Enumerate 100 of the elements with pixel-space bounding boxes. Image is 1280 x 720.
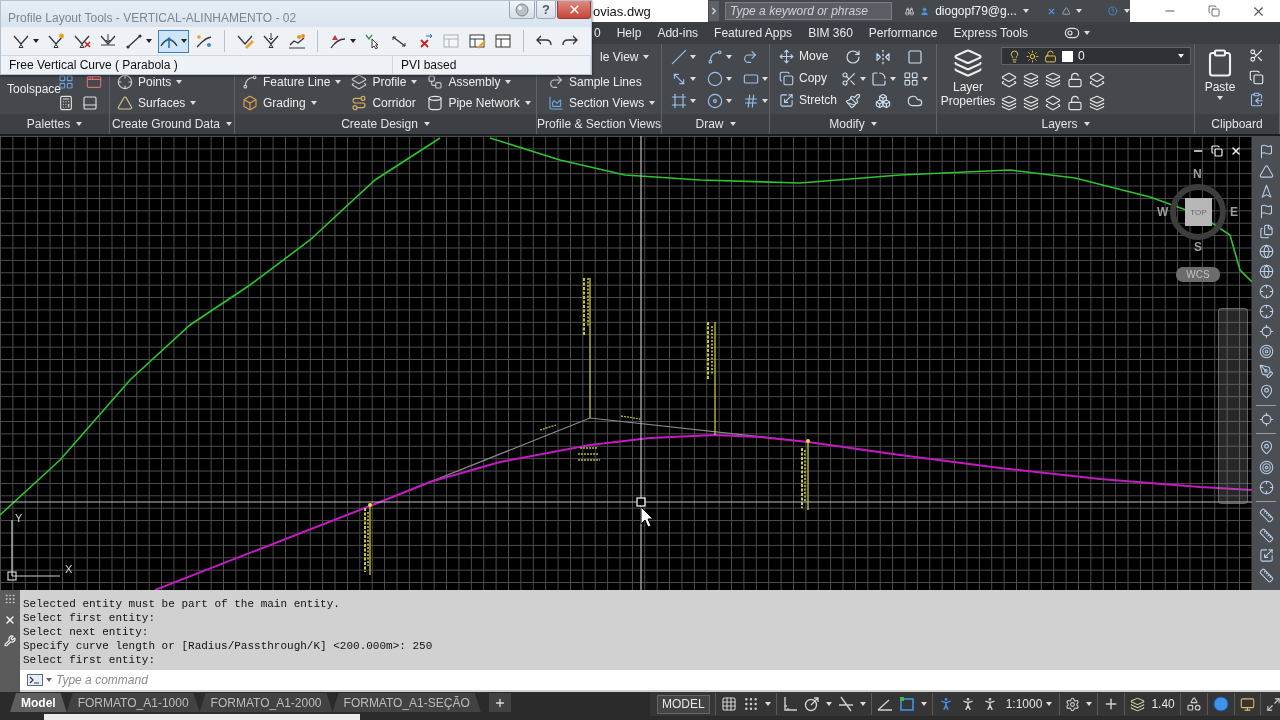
ribbon-tab[interactable]: Featured Apps	[706, 22, 801, 44]
fullscreen-icon[interactable]	[1265, 696, 1280, 712]
grid-icon[interactable]	[902, 71, 919, 87]
brush-icon[interactable]	[845, 93, 861, 109]
layers-icon[interactable]	[1089, 71, 1105, 88]
annotation-scale-button[interactable]: 1:1000	[1003, 694, 1055, 714]
panel-title[interactable]: Clipboard	[1195, 114, 1279, 134]
ribbon-button[interactable]: Stretch	[776, 90, 840, 110]
compass-label[interactable]: S	[1194, 241, 1202, 254]
ribbon-button[interactable]: Pipe Network	[424, 93, 534, 113]
compass-label[interactable]: N	[1193, 168, 1202, 181]
area-chart-icon[interactable]	[548, 95, 564, 111]
restore-icon[interactable]	[1211, 145, 1223, 157]
files-icon[interactable]	[1258, 224, 1274, 239]
ruler-icon[interactable]	[1258, 528, 1274, 543]
caret-icon[interactable]	[146, 39, 152, 43]
layout-tab[interactable]: FORMATO_A1-2000	[199, 693, 333, 712]
layers-icon[interactable]	[1001, 94, 1017, 111]
hash-icon[interactable]	[742, 93, 759, 109]
ribbon-button[interactable]: Section Views	[545, 93, 659, 113]
curved-arrow-icon[interactable]	[742, 49, 758, 65]
layers-icon[interactable]	[1045, 71, 1061, 88]
paste-button[interactable]: Paste	[1197, 44, 1243, 112]
curved-arrow-icon[interactable]	[548, 74, 564, 90]
square-icon[interactable]	[907, 49, 923, 65]
crosshair-icon[interactable]	[1258, 480, 1274, 495]
panel-title[interactable]: Create Ground Data	[110, 114, 234, 134]
layer-properties-button[interactable]: Layer Properties	[937, 44, 999, 112]
target-icon[interactable]	[1258, 344, 1274, 359]
ribbon-tab[interactable]: Express Tools	[945, 22, 1036, 44]
disc-icon[interactable]	[706, 93, 723, 109]
pin-icon[interactable]	[1258, 384, 1274, 399]
lock-icon[interactable]	[1067, 71, 1083, 88]
caret-icon[interactable]	[350, 39, 356, 43]
copy-icon[interactable]	[779, 70, 794, 86]
linked-squares-icon[interactable]	[427, 74, 444, 90]
grip-icon[interactable]	[4, 593, 16, 605]
locate-icon[interactable]	[1258, 412, 1274, 427]
scaling-icon[interactable]	[1258, 548, 1274, 563]
chevron-right-icon[interactable]	[709, 6, 719, 16]
ruler-icon[interactable]	[1258, 508, 1274, 523]
layers-icon[interactable]	[1089, 94, 1105, 111]
triangle-icon[interactable]	[1258, 164, 1274, 179]
pen-icon[interactable]	[1258, 364, 1274, 379]
triangle-icon[interactable]	[1061, 4, 1071, 18]
ribbon-button[interactable]: Grading	[239, 93, 320, 113]
scissors-icon[interactable]	[1249, 48, 1264, 63]
layers-icon[interactable]	[1001, 71, 1017, 88]
window-icon[interactable]	[86, 74, 102, 90]
wrench-icon[interactable]	[4, 635, 16, 647]
model-space-button[interactable]: MODEL	[657, 694, 710, 714]
tool-button[interactable]	[158, 29, 189, 53]
layout-tab[interactable]: FORMATO_A1-SEÇÃO	[332, 693, 481, 712]
new-layout-button[interactable]	[488, 693, 511, 712]
lightbulb-icon[interactable]	[1008, 49, 1021, 63]
spline-icon[interactable]	[242, 74, 258, 90]
ribbon-tab[interactable]: Performance	[860, 22, 946, 44]
grid-icon[interactable]	[720, 696, 737, 712]
pin-icon[interactable]	[1258, 440, 1274, 455]
route-icon[interactable]	[351, 95, 368, 111]
crossed-lines-icon[interactable]	[837, 696, 854, 712]
triangle-icon[interactable]	[117, 95, 133, 111]
caret-icon[interactable]	[181, 39, 187, 43]
settings-icon[interactable]	[1065, 696, 1081, 712]
circle-icon[interactable]	[1212, 696, 1229, 712]
right-angle-icon[interactable]	[781, 696, 798, 712]
circle-icon[interactable]	[706, 71, 723, 87]
command-prompt-icon[interactable]	[27, 674, 43, 686]
globe-icon[interactable]	[1258, 264, 1274, 279]
panel-title[interactable]: Create Design	[235, 114, 536, 134]
shapes-icon[interactable]	[1185, 696, 1202, 712]
panel-title[interactable]: Layers	[937, 114, 1194, 134]
panel-title[interactable]: Draw	[662, 114, 769, 134]
ribbon-button[interactable]: le View	[597, 47, 653, 67]
help-button[interactable]: ?	[536, 1, 556, 19]
target-icon[interactable]	[1258, 460, 1274, 475]
ribbon-button[interactable]: Sample Lines	[545, 72, 645, 92]
calculator-icon[interactable]	[58, 95, 74, 111]
expand-button[interactable]	[709, 1, 719, 21]
layers-icon[interactable]	[953, 48, 983, 78]
compass-ring[interactable]	[1170, 184, 1226, 240]
crosshair-icon[interactable]	[1258, 304, 1274, 319]
compass-label[interactable]: W	[1157, 206, 1169, 219]
boxes-icon[interactable]	[875, 93, 891, 109]
ribbon-tab[interactable]: BIM 360	[800, 22, 861, 44]
lock-icon[interactable]	[1067, 94, 1083, 111]
lock-icon[interactable]	[1044, 49, 1057, 63]
dots-grid-icon[interactable]	[742, 696, 759, 712]
search-field[interactable]: Type a keyword or phrase	[725, 2, 892, 20]
caret-icon[interactable]	[33, 39, 39, 43]
locate-icon[interactable]	[1258, 324, 1274, 339]
ribbon-button[interactable]: Move	[776, 46, 840, 66]
toggle-icon[interactable]	[1064, 25, 1080, 41]
rotate-icon[interactable]	[845, 49, 861, 65]
mirror-icon[interactable]	[875, 49, 891, 65]
rectangle-icon[interactable]	[742, 71, 759, 87]
layer-dropdown[interactable]: 0	[1001, 47, 1191, 65]
layers-icon[interactable]	[1130, 696, 1146, 712]
scrollbar-thumb[interactable]	[44, 714, 360, 720]
cylinder-icon[interactable]	[427, 95, 444, 111]
